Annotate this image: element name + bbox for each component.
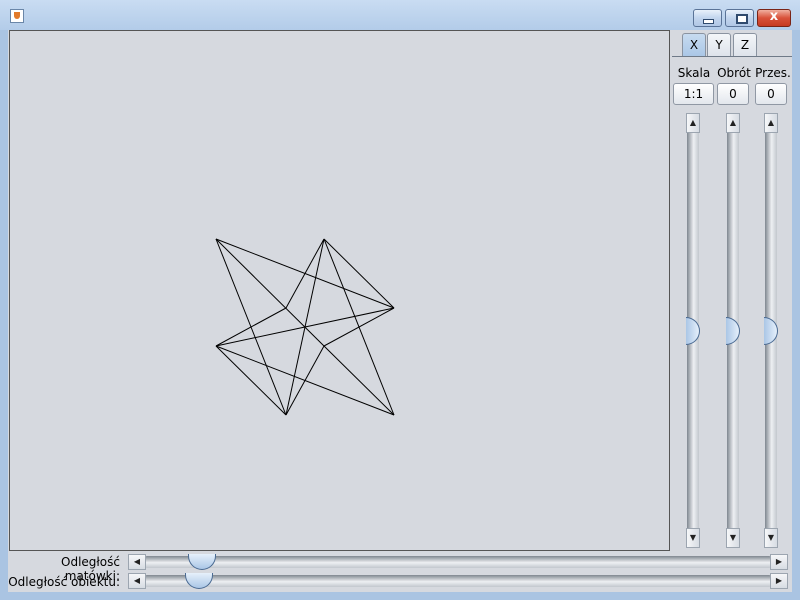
translation-slider[interactable]: ▲ ▼ [764, 113, 778, 548]
scroll-right-arrow-icon[interactable]: ▶ [770, 554, 788, 570]
drawing-canvas[interactable] [9, 30, 670, 551]
screen-distance-scrollbar[interactable]: ◀ ▶ [128, 554, 788, 570]
maximize-button[interactable] [725, 9, 754, 27]
scrollbar-track[interactable] [144, 556, 772, 568]
object-distance-label: Odległość obiektu: [8, 575, 120, 589]
scale-label: Skala [677, 66, 711, 80]
wire-edge [323, 345, 395, 416]
scroll-up-arrow-icon[interactable]: ▲ [764, 113, 778, 133]
wire-edge [285, 238, 325, 309]
scale-slider[interactable]: ▲ ▼ [686, 113, 700, 548]
tab-y[interactable]: Y [707, 33, 731, 57]
maximize-icon [736, 14, 748, 24]
wire-edge [323, 238, 395, 309]
scrollbar-track[interactable] [144, 575, 772, 587]
scroll-up-arrow-icon[interactable]: ▲ [686, 113, 700, 133]
scroll-down-arrow-icon[interactable]: ▼ [726, 528, 740, 548]
object-distance-scrollbar[interactable]: ◀ ▶ [128, 573, 788, 589]
title-bar[interactable]: x [0, 0, 800, 30]
wire-edge [215, 345, 287, 416]
rotation-slider[interactable]: ▲ ▼ [726, 113, 740, 548]
scroll-right-arrow-icon[interactable]: ▶ [770, 573, 788, 589]
tab-divider [672, 56, 792, 57]
scroll-down-arrow-icon[interactable]: ▼ [686, 528, 700, 548]
tab-z[interactable]: Z [733, 33, 757, 57]
tab-x[interactable]: X [682, 33, 706, 57]
wireframe-drawing [215, 238, 395, 416]
wire-edge [215, 238, 325, 347]
rotation-label: Obrót [717, 66, 751, 80]
minimize-icon [703, 19, 714, 24]
close-button[interactable]: x [757, 9, 791, 27]
rotation-value-button[interactable]: 0 [717, 83, 749, 105]
wire-edge [323, 307, 395, 347]
close-icon: x [769, 9, 779, 24]
translation-label: Przes. [755, 66, 791, 80]
scroll-down-arrow-icon[interactable]: ▼ [764, 528, 778, 548]
wire-edge [215, 307, 287, 347]
translation-value-button[interactable]: 0 [755, 83, 787, 105]
wire-edge [285, 345, 325, 416]
minimize-button[interactable] [693, 9, 722, 27]
java-app-icon[interactable] [10, 9, 24, 23]
scroll-up-arrow-icon[interactable]: ▲ [726, 113, 740, 133]
scale-value-button[interactable]: 1:1 [673, 83, 714, 105]
scroll-left-arrow-icon[interactable]: ◀ [128, 554, 146, 570]
scroll-left-arrow-icon[interactable]: ◀ [128, 573, 146, 589]
